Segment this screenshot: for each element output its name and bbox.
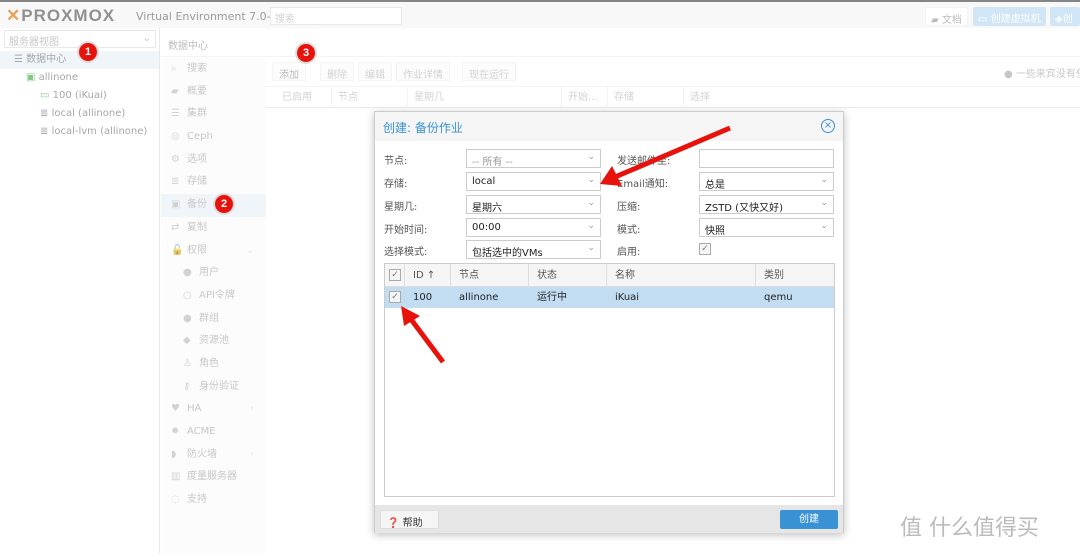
- arrow-to-storage: [600, 125, 731, 186]
- annotation-badge-2: 2: [215, 195, 233, 213]
- annotation-arrows: [401, 125, 731, 364]
- annotation-badge-3: 3: [297, 44, 315, 62]
- arrow-to-vm-checkbox: [401, 306, 445, 364]
- annotation-badge-1: 1: [79, 43, 97, 61]
